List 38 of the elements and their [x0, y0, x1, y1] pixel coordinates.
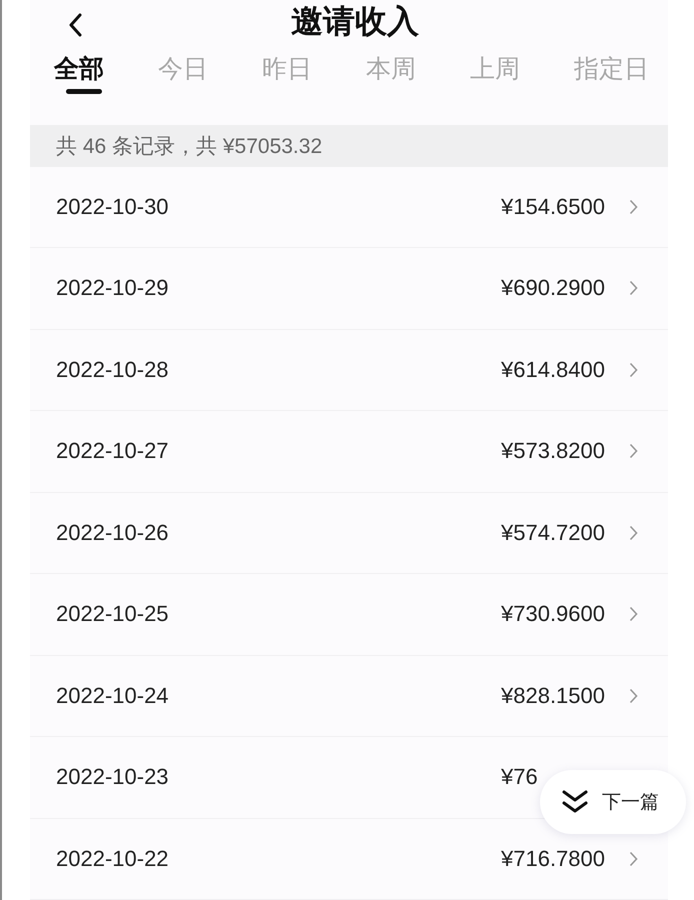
double-chevron-down-icon: [562, 790, 588, 814]
chevron-right-icon: [629, 362, 638, 378]
record-amount: ¥828.1500: [501, 682, 605, 709]
record-date: 2022-10-25: [56, 601, 169, 628]
chevron-right-icon: [629, 198, 638, 215]
record-date: 2022-10-22: [56, 846, 169, 872]
chevron-right-icon: [629, 443, 638, 460]
chevron-right-icon: [629, 850, 638, 867]
chevron-right-icon: [629, 688, 638, 704]
summary-bar: 共 46 条记录，共 ¥57053.32: [30, 125, 668, 166]
filter-tab[interactable]: 本周: [366, 44, 470, 94]
record-date: 2022-10-29: [56, 275, 169, 302]
record-amount: ¥730.9600: [501, 601, 605, 628]
record-amount: ¥76: [501, 764, 538, 790]
record-amount: ¥690.2900: [501, 275, 605, 302]
filter-tab[interactable]: 今日: [158, 44, 262, 94]
record-amount: ¥574.7200: [501, 520, 605, 546]
record-date: 2022-10-26: [56, 520, 169, 546]
active-tab-underline: [66, 89, 102, 94]
filter-tab[interactable]: 上周: [470, 44, 574, 94]
filter-tab[interactable]: 指定日: [574, 44, 668, 94]
record-date: 2022-10-28: [56, 356, 169, 383]
filter-tab[interactable]: 昨日: [262, 44, 366, 94]
record-date: 2022-10-30: [56, 194, 169, 220]
record-date: 2022-10-27: [56, 438, 169, 464]
record-amount: ¥614.8400: [501, 356, 605, 383]
record-date: 2022-10-24: [56, 682, 169, 709]
chevron-right-icon: [629, 524, 638, 541]
page-title: 邀请收入: [291, 2, 419, 42]
chevron-right-icon: [629, 606, 638, 622]
record-amount: ¥154.6500: [501, 194, 605, 220]
chevron-right-icon: [629, 280, 638, 296]
next-article-button[interactable]: 下一篇: [540, 770, 686, 834]
record-amount: ¥716.7800: [501, 846, 605, 872]
filter-tab[interactable]: 全部: [54, 44, 158, 94]
record-amount: ¥573.8200: [501, 438, 605, 464]
back-icon: [68, 13, 82, 37]
record-date: 2022-10-23: [56, 764, 169, 790]
